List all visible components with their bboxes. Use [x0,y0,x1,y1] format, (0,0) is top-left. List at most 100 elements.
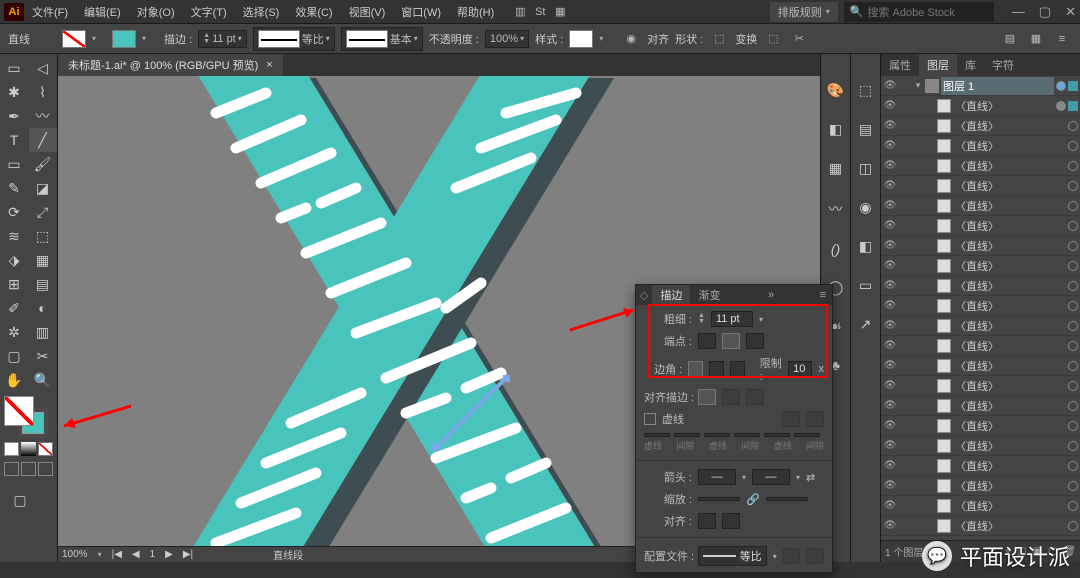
layer-name[interactable]: 图层 1 [941,77,1054,95]
menu-type[interactable]: 文字(T) [183,4,235,20]
arrow-end[interactable]: — [752,469,790,485]
nav-last-icon[interactable]: ▶| [183,549,193,560]
stroke-panel[interactable]: ◇ 描边 渐变 » ≡ 粗细 : ▲▼ 11 pt ▾ 端点 : 边角 : 限制… [635,284,833,573]
brushes-icon[interactable]: 〰 [829,199,843,219]
menu-edit[interactable]: 编辑(E) [76,4,129,20]
layer-item[interactable]: 👁〈直线〉 [881,156,1080,176]
menu-help[interactable]: 帮助(H) [449,4,502,20]
zoom-level[interactable]: 100% [62,549,88,560]
layer-item[interactable]: 👁〈直线〉 [881,96,1080,116]
draw-normal[interactable] [4,462,19,476]
layer-item[interactable]: 👁〈直线〉 [881,476,1080,496]
layer-item[interactable]: 👁〈直线〉 [881,416,1080,436]
chevron-down-icon[interactable]: ▾ [520,34,524,43]
zoom-tool[interactable]: 🔍 [29,368,57,392]
graphic-style-swatch[interactable] [569,30,593,48]
graphic-styles-icon[interactable]: ◧ [859,238,872,255]
none-mode[interactable] [38,442,53,456]
menu-select[interactable]: 选择(S) [235,4,288,20]
stepper-icon[interactable]: ▲▼ [698,313,705,325]
layer-row-top[interactable]: 👁 ▾ 图层 1 [881,76,1080,96]
lasso-tool[interactable]: ⌇ [29,80,57,104]
fill-color-chip[interactable] [4,396,34,426]
nav-next-icon[interactable]: ▶ [165,549,173,560]
rotate-tool[interactable]: ⟳ [0,200,28,224]
eyedropper-tool[interactable]: ✐ [0,296,28,320]
chevron-down-icon[interactable]: ▾ [326,34,330,43]
arrange-icon[interactable]: ▦ [550,5,570,18]
align-label[interactable]: 对齐 [647,31,669,47]
layer-item[interactable]: 👁〈直线〉 [881,296,1080,316]
width-tool[interactable]: ≋ [0,224,28,248]
layer-item[interactable]: 👁〈直线〉 [881,516,1080,536]
opacity-input[interactable]: 100% ▾ [485,30,529,48]
layer-item[interactable]: 👁〈直线〉 [881,276,1080,296]
asset-export-icon[interactable]: ↗ [860,316,872,333]
layer-item[interactable]: 👁〈直线〉 [881,116,1080,136]
pen-tool[interactable]: ✒ [0,104,28,128]
free-transform-tool[interactable]: ⬚ [29,224,57,248]
layers-list[interactable]: 👁 ▾ 图层 1 👁〈直线〉 👁〈直线〉 👁〈直线〉 👁〈直线〉 👁〈直线〉 👁… [881,76,1080,540]
arrow-start[interactable]: — [698,469,736,485]
chevron-down-icon[interactable]: ▾ [599,34,603,43]
panel-menu-icon[interactable]: ≡ [1052,33,1072,45]
menu-window[interactable]: 窗口(W) [393,4,449,20]
perspective-tool[interactable]: ▦ [29,248,57,272]
menu-file[interactable]: 文件(F) [24,4,76,20]
transform-label[interactable]: 变换 [735,31,757,47]
target-icon[interactable] [1056,101,1066,111]
bridge-icon[interactable]: ▥ [510,5,530,18]
fill-dd-icon[interactable]: ▾ [92,34,96,43]
layer-item[interactable]: 👁〈直线〉 [881,236,1080,256]
chevron-down-icon[interactable]: ▾ [238,34,242,43]
transform-panel-icon[interactable]: ⬚ [859,82,872,99]
tab-libraries[interactable]: 库 [957,54,984,76]
shaper-tool[interactable]: ✎ [0,176,28,200]
draw-inside[interactable] [38,462,53,476]
gradient-tool[interactable]: ▤ [29,272,57,296]
layer-item[interactable]: 👁〈直线〉 [881,356,1080,376]
panel-collapse-icon[interactable]: » [762,289,780,301]
layer-item[interactable]: 👁〈直线〉 [881,456,1080,476]
close-icon[interactable]: ✕ [1065,4,1076,20]
profile-dd[interactable]: 等比 [698,546,767,566]
menu-object[interactable]: 对象(O) [129,4,183,20]
close-icon[interactable]: × [266,59,272,71]
panel-icon[interactable]: ▤ [1000,32,1020,45]
slice-tool[interactable]: ✂ [29,344,57,368]
appearance-icon[interactable]: ◉ [859,199,871,216]
layer-item[interactable]: 👁〈直线〉 [881,136,1080,156]
screen-mode[interactable]: ▢ [6,488,34,512]
swatches-icon[interactable]: ▦ [829,160,842,177]
color-panel-icon[interactable]: 🎨 [827,82,844,99]
join-round[interactable] [709,361,724,377]
swap-arrows-icon[interactable]: ⇄ [806,471,815,484]
nav-first-icon[interactable]: |◀ [112,549,122,560]
target-icon[interactable] [1056,81,1066,91]
direct-select-tool[interactable]: ◁ [29,56,57,80]
mesh-tool[interactable]: ⊞ [0,272,28,296]
layer-item[interactable]: 👁〈直线〉 [881,316,1080,336]
join-miter[interactable] [688,361,703,377]
variable-width-profile[interactable]: 等比 ▾ [253,27,335,51]
stroke-swatch[interactable] [112,30,136,48]
miter-limit-input[interactable]: 10 [788,361,812,377]
menu-effect[interactable]: 效果(C) [287,4,340,20]
dashed-checkbox[interactable] [644,413,656,425]
nav-prev-icon[interactable]: ◀ [132,549,140,560]
type-panel-icon[interactable]: () [831,241,840,257]
stock-icon[interactable]: St [530,6,550,18]
document-tab[interactable]: 未标题-1.ai* @ 100% (RGB/GPU 预览) × [58,54,283,76]
tab-layers[interactable]: 图层 [919,54,957,76]
layer-item[interactable]: 👁〈直线〉 [881,376,1080,396]
shape-builder-tool[interactable]: ⬗ [0,248,28,272]
layer-item[interactable]: 👁〈直线〉 [881,256,1080,276]
gradient-mode[interactable] [21,442,36,456]
curvature-tool[interactable]: 〰 [29,104,57,128]
magic-wand-tool[interactable]: ✱ [0,80,28,104]
selection-tool[interactable]: ▭ [0,56,28,80]
brush-def[interactable]: 基本 ▾ [341,27,423,51]
recolor-icon[interactable]: ◉ [621,32,641,45]
shape-icon[interactable]: ⬚ [709,32,729,45]
cap-butt[interactable] [698,333,716,349]
